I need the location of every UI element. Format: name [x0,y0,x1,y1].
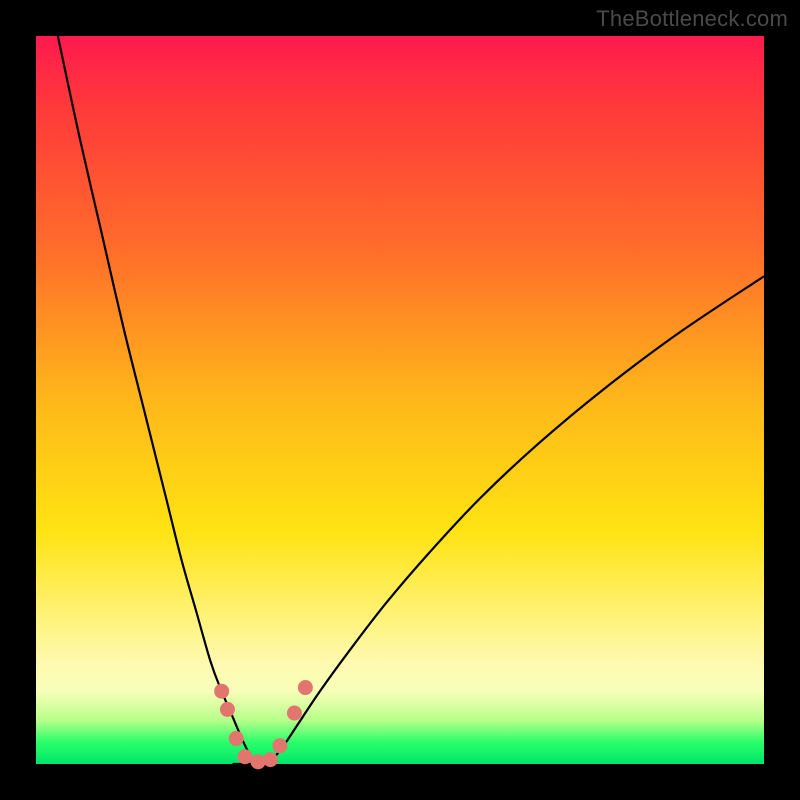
valley-marker [298,680,313,695]
chart-frame: TheBottleneck.com [0,0,800,800]
left-curve [58,36,255,764]
valley-marker [272,738,287,753]
valley-marker [214,684,229,699]
valley-marker [287,706,302,721]
valley-marker [263,752,278,767]
right-curve [269,276,764,764]
plot-area [36,36,764,764]
attribution-text: TheBottleneck.com [596,6,788,32]
valley-marker [220,702,235,717]
valley-marker [237,749,252,764]
curves-svg [36,36,764,764]
valley-marker [229,731,244,746]
